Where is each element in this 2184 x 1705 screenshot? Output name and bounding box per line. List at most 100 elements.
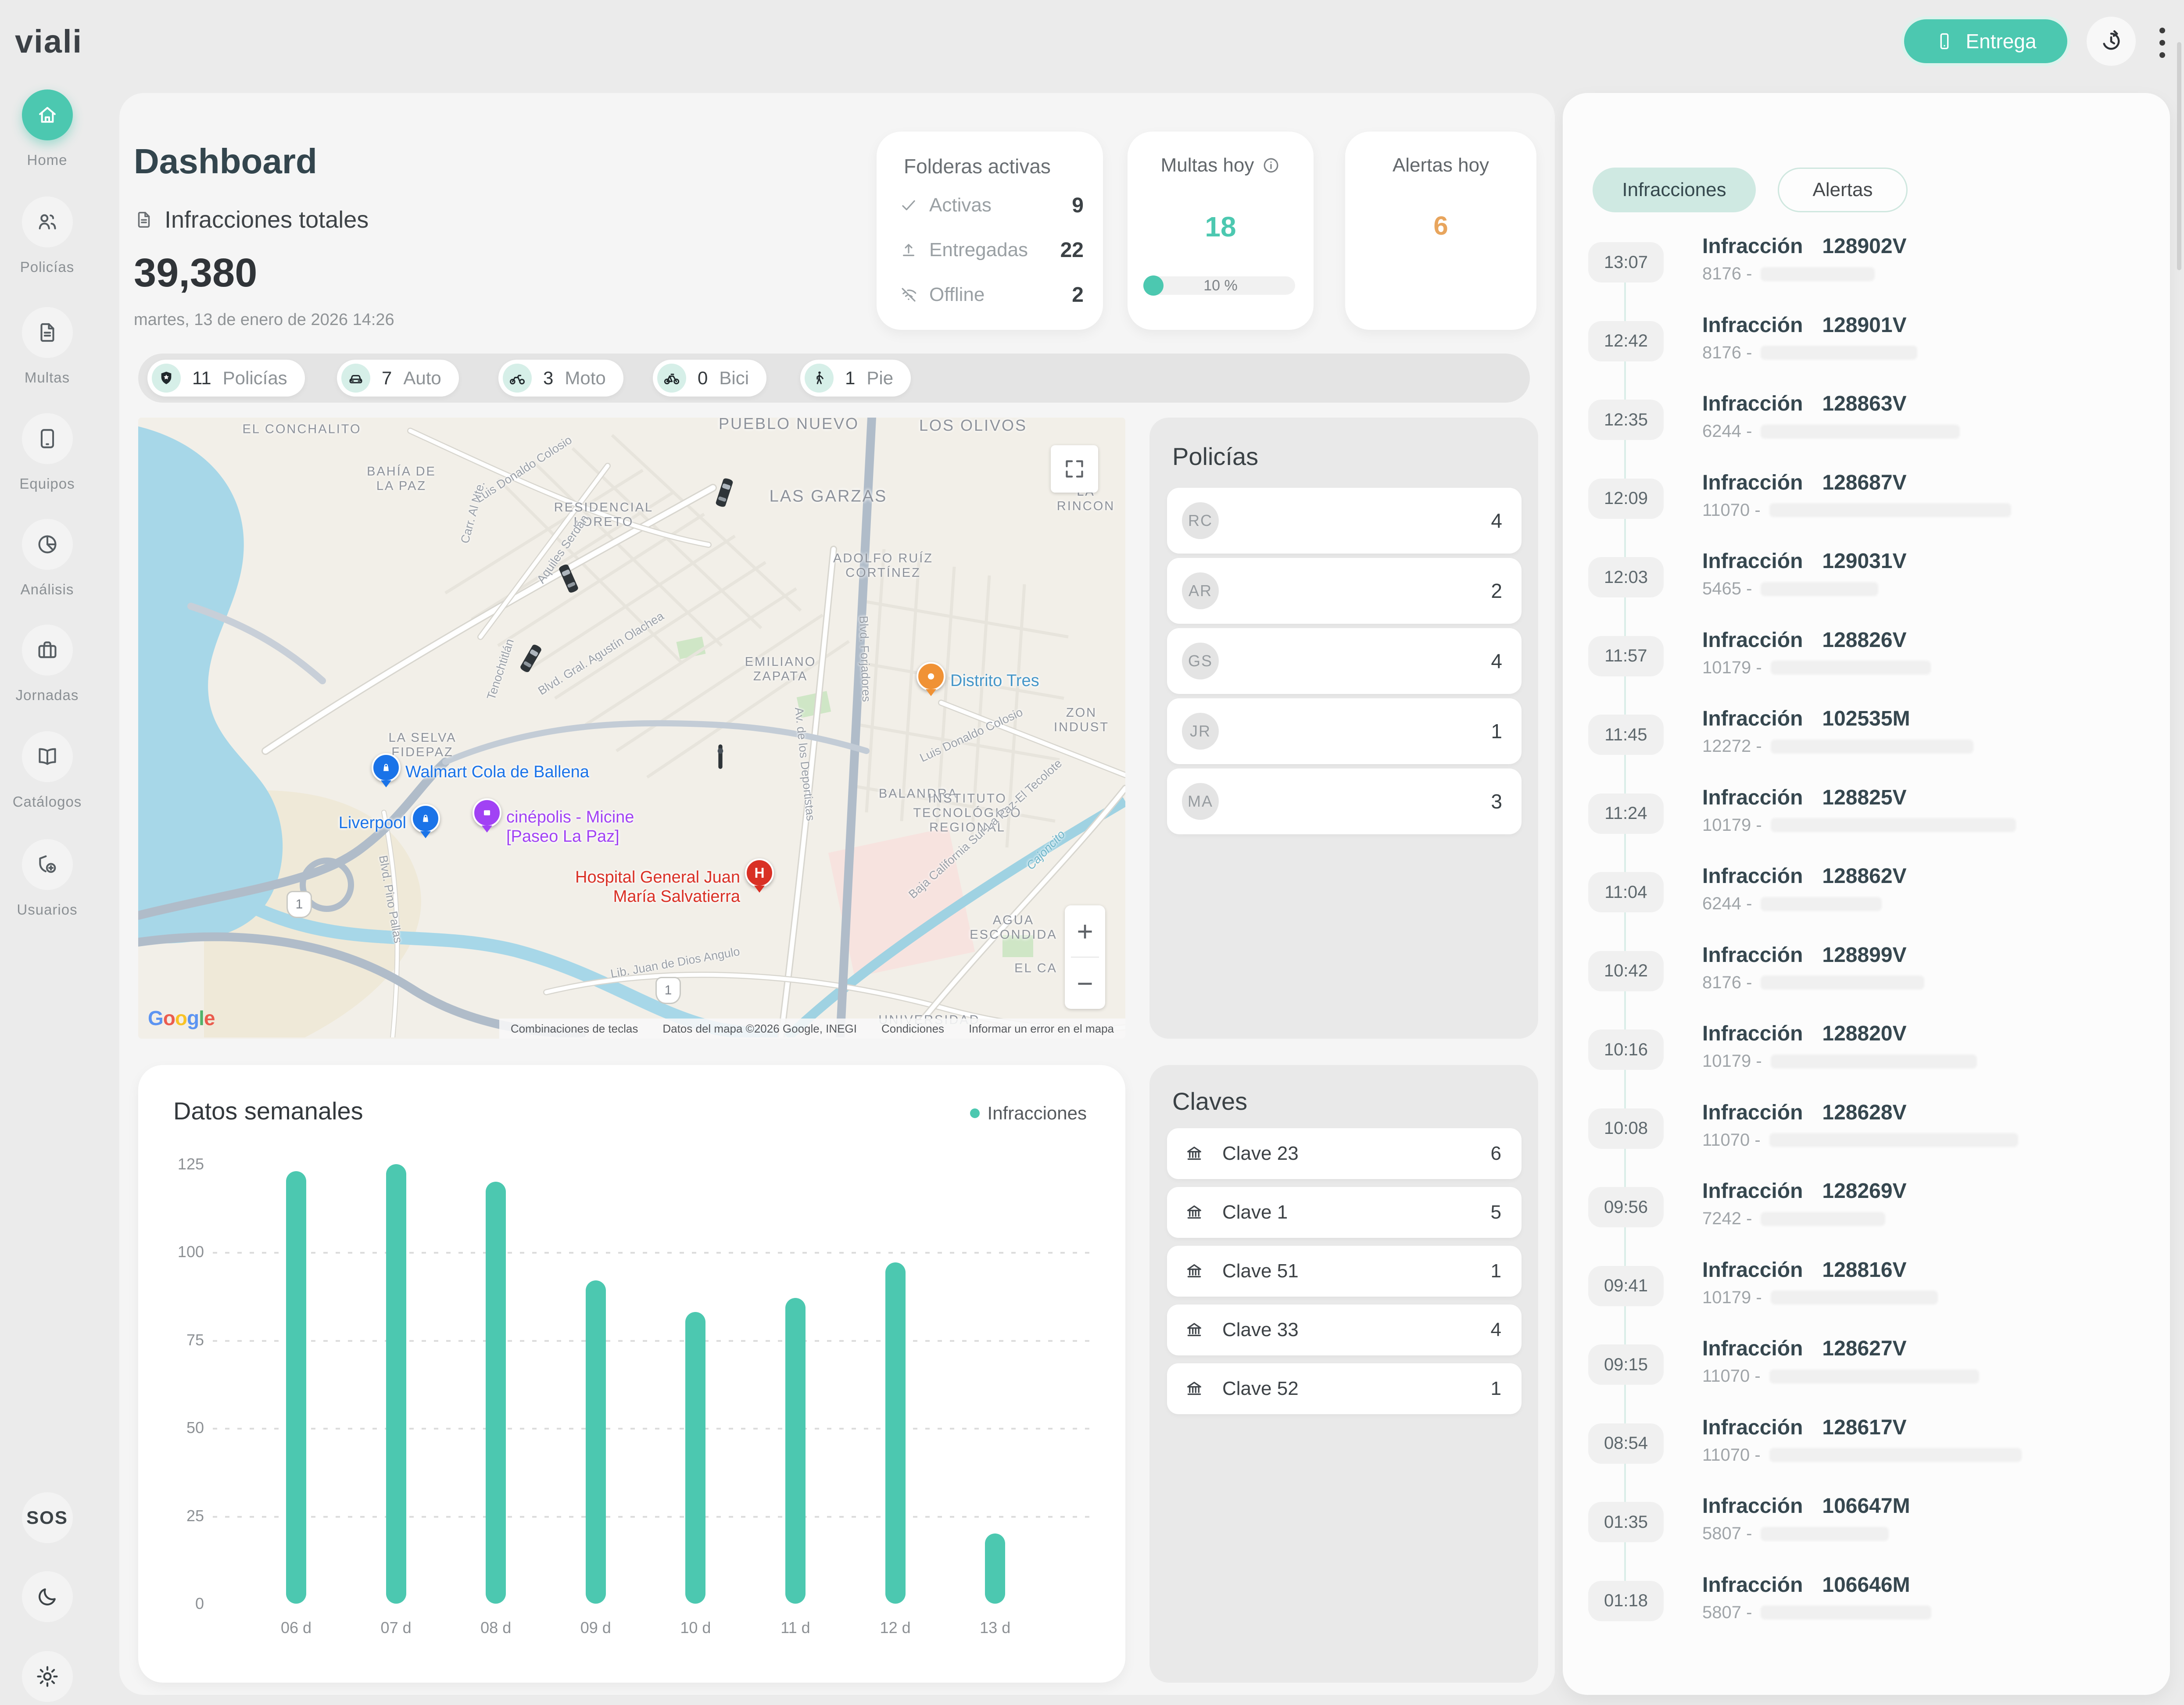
- filter-chip-bici[interactable]: 0Bici: [653, 360, 766, 397]
- policia-count: 3: [1491, 790, 1502, 813]
- chart-xtick: 07 d: [381, 1619, 412, 1637]
- walk-icon: [805, 364, 834, 393]
- bank-icon: [1185, 1262, 1204, 1281]
- total-infractions-row: Infracciones totales: [134, 206, 369, 233]
- history-button[interactable]: [2087, 17, 2136, 66]
- google-logo: Google: [148, 1006, 215, 1030]
- tab-alertas[interactable]: Alertas: [1778, 168, 1908, 212]
- timeline-title: Infracción128899V: [1702, 943, 1907, 967]
- map-attribution-link[interactable]: Datos del mapa ©2026 Google, INEGI: [662, 1022, 857, 1036]
- timeline-time: 12:35: [1588, 400, 1664, 440]
- clave-row[interactable]: Clave 236: [1167, 1128, 1522, 1179]
- map-area-label: BAHÍA DE LA PAZ: [367, 465, 436, 493]
- map-attribution-link[interactable]: Condiciones: [881, 1022, 944, 1036]
- filter-chip-moto[interactable]: 3Moto: [498, 360, 623, 397]
- folderas-row-label: Activas: [929, 194, 1060, 216]
- map[interactable]: EL CONCHALITOPUEBLO NUEVOLOS OLIVOSBAHÍA…: [138, 418, 1125, 1039]
- policia-count: 2: [1491, 579, 1502, 603]
- total-infractions-label: Infracciones totales: [165, 206, 369, 233]
- chart-bar: [885, 1262, 906, 1604]
- map-fullscreen-button[interactable]: [1051, 445, 1098, 493]
- redacted-text: [1769, 1448, 2022, 1462]
- redacted-text: [1761, 425, 1960, 439]
- timeline-time: 10:42: [1588, 951, 1664, 991]
- filter-chip-auto[interactable]: 7Auto: [337, 360, 459, 397]
- policia-count: 4: [1491, 649, 1502, 673]
- tab-infracciones[interactable]: Infracciones: [1593, 168, 1756, 212]
- chart-xtick: 09 d: [580, 1619, 611, 1637]
- timeline-code: 12272 -: [1702, 736, 1762, 756]
- timeline-time: 10:16: [1588, 1029, 1664, 1070]
- timeline-code: 11070 -: [1702, 1366, 1761, 1386]
- timeline-time: 13:07: [1588, 242, 1664, 282]
- overflow-menu-button[interactable]: [2149, 23, 2175, 62]
- map-attribution: Combinaciones de teclas Datos del mapa ©2…: [499, 1019, 1125, 1039]
- map-place-pin-tip: [754, 886, 765, 893]
- clave-label: Clave 33: [1222, 1319, 1491, 1341]
- fullscreen-icon: [1062, 457, 1087, 481]
- policia-row[interactable]: MA3: [1167, 769, 1522, 834]
- chart-xtick: 11 d: [781, 1619, 810, 1637]
- document-icon: [134, 210, 154, 230]
- entrega-button[interactable]: Entrega: [1904, 19, 2067, 63]
- sos-button[interactable]: SOS: [22, 1492, 73, 1543]
- map-attribution-link[interactable]: Combinaciones de teclas: [511, 1022, 638, 1036]
- clave-row[interactable]: Clave 15: [1167, 1187, 1522, 1238]
- policia-row[interactable]: RC4: [1167, 488, 1522, 554]
- chart-title: Datos semanales: [173, 1097, 363, 1125]
- alertas-hoy-value: 6: [1345, 211, 1536, 241]
- chart-ytick: 125: [151, 1155, 204, 1173]
- timeline-title: Infracción106647M: [1702, 1494, 1910, 1518]
- sidebar: HomePolicíasMultasEquiposAnálisisJornada…: [0, 88, 94, 1705]
- timeline-subtext: 12272 -: [1702, 736, 1973, 756]
- chart-gridline: [213, 1428, 1095, 1430]
- sidebar-item-label: Home: [27, 152, 67, 168]
- page-scrollbar[interactable]: [2177, 42, 2181, 270]
- multas-progress-indicator: [1143, 275, 1164, 296]
- timeline-subtext: 5807 -: [1702, 1603, 1931, 1623]
- folderas-row-label: Offline: [929, 284, 1060, 306]
- filter-chip-policias[interactable]: 11Policías: [147, 360, 305, 397]
- map-place-label: cinépolis - Micine [Paseo La Paz]: [506, 808, 634, 846]
- filter-chip-pie[interactable]: 1Pie: [800, 360, 911, 397]
- chart-xtick: 10 d: [680, 1619, 711, 1637]
- map-place-pin-tip: [926, 689, 936, 696]
- map-area-label: AGUA ESCONDIDA: [970, 913, 1057, 942]
- timeline-code: 6244 -: [1702, 422, 1752, 441]
- policia-row[interactable]: JR1: [1167, 698, 1522, 764]
- map-attribution-link[interactable]: Informar un error en el mapa: [969, 1022, 1114, 1036]
- chart-xtick: 06 d: [281, 1619, 311, 1637]
- policia-row[interactable]: AR2: [1167, 558, 1522, 624]
- map-area-label: EL CONCHALITO: [242, 422, 361, 437]
- briefcase-icon: [22, 625, 73, 676]
- timeline-title: Infracción128902V: [1702, 234, 1907, 258]
- upload-icon: [899, 241, 918, 259]
- police-moto-marker[interactable]: [715, 743, 726, 770]
- map-place-pin[interactable]: [473, 798, 501, 833]
- home-icon: [22, 89, 73, 140]
- sidebar-item-label: Equipos: [19, 475, 75, 492]
- timeline-title: Infracción128863V: [1702, 392, 1907, 416]
- clave-row[interactable]: Clave 511: [1167, 1246, 1522, 1297]
- map-zoom-control: + −: [1065, 905, 1105, 1009]
- map-place-pin[interactable]: [917, 662, 945, 696]
- policia-row[interactable]: GS4: [1167, 628, 1522, 694]
- map-place-pin[interactable]: [372, 753, 401, 787]
- chart-ytick: 75: [151, 1331, 204, 1349]
- map-zoom-out-button[interactable]: −: [1065, 958, 1105, 1009]
- bank-icon: [1185, 1144, 1204, 1163]
- clave-count: 6: [1491, 1143, 1501, 1165]
- info-icon[interactable]: [1262, 156, 1280, 175]
- clave-label: Clave 52: [1222, 1378, 1491, 1400]
- timeline-subtext: 6244 -: [1702, 894, 1882, 914]
- clave-row[interactable]: Clave 334: [1167, 1305, 1522, 1355]
- redacted-text: [1771, 818, 2016, 832]
- timeline-time: 11:04: [1588, 872, 1664, 912]
- map-zoom-in-button[interactable]: +: [1065, 905, 1105, 957]
- clave-count: 1: [1491, 1378, 1501, 1400]
- map-place-pin[interactable]: H: [745, 858, 774, 893]
- settings-button[interactable]: [22, 1651, 73, 1702]
- map-place-pin[interactable]: [411, 804, 440, 838]
- dark-mode-toggle[interactable]: [22, 1571, 73, 1622]
- clave-row[interactable]: Clave 521: [1167, 1363, 1522, 1414]
